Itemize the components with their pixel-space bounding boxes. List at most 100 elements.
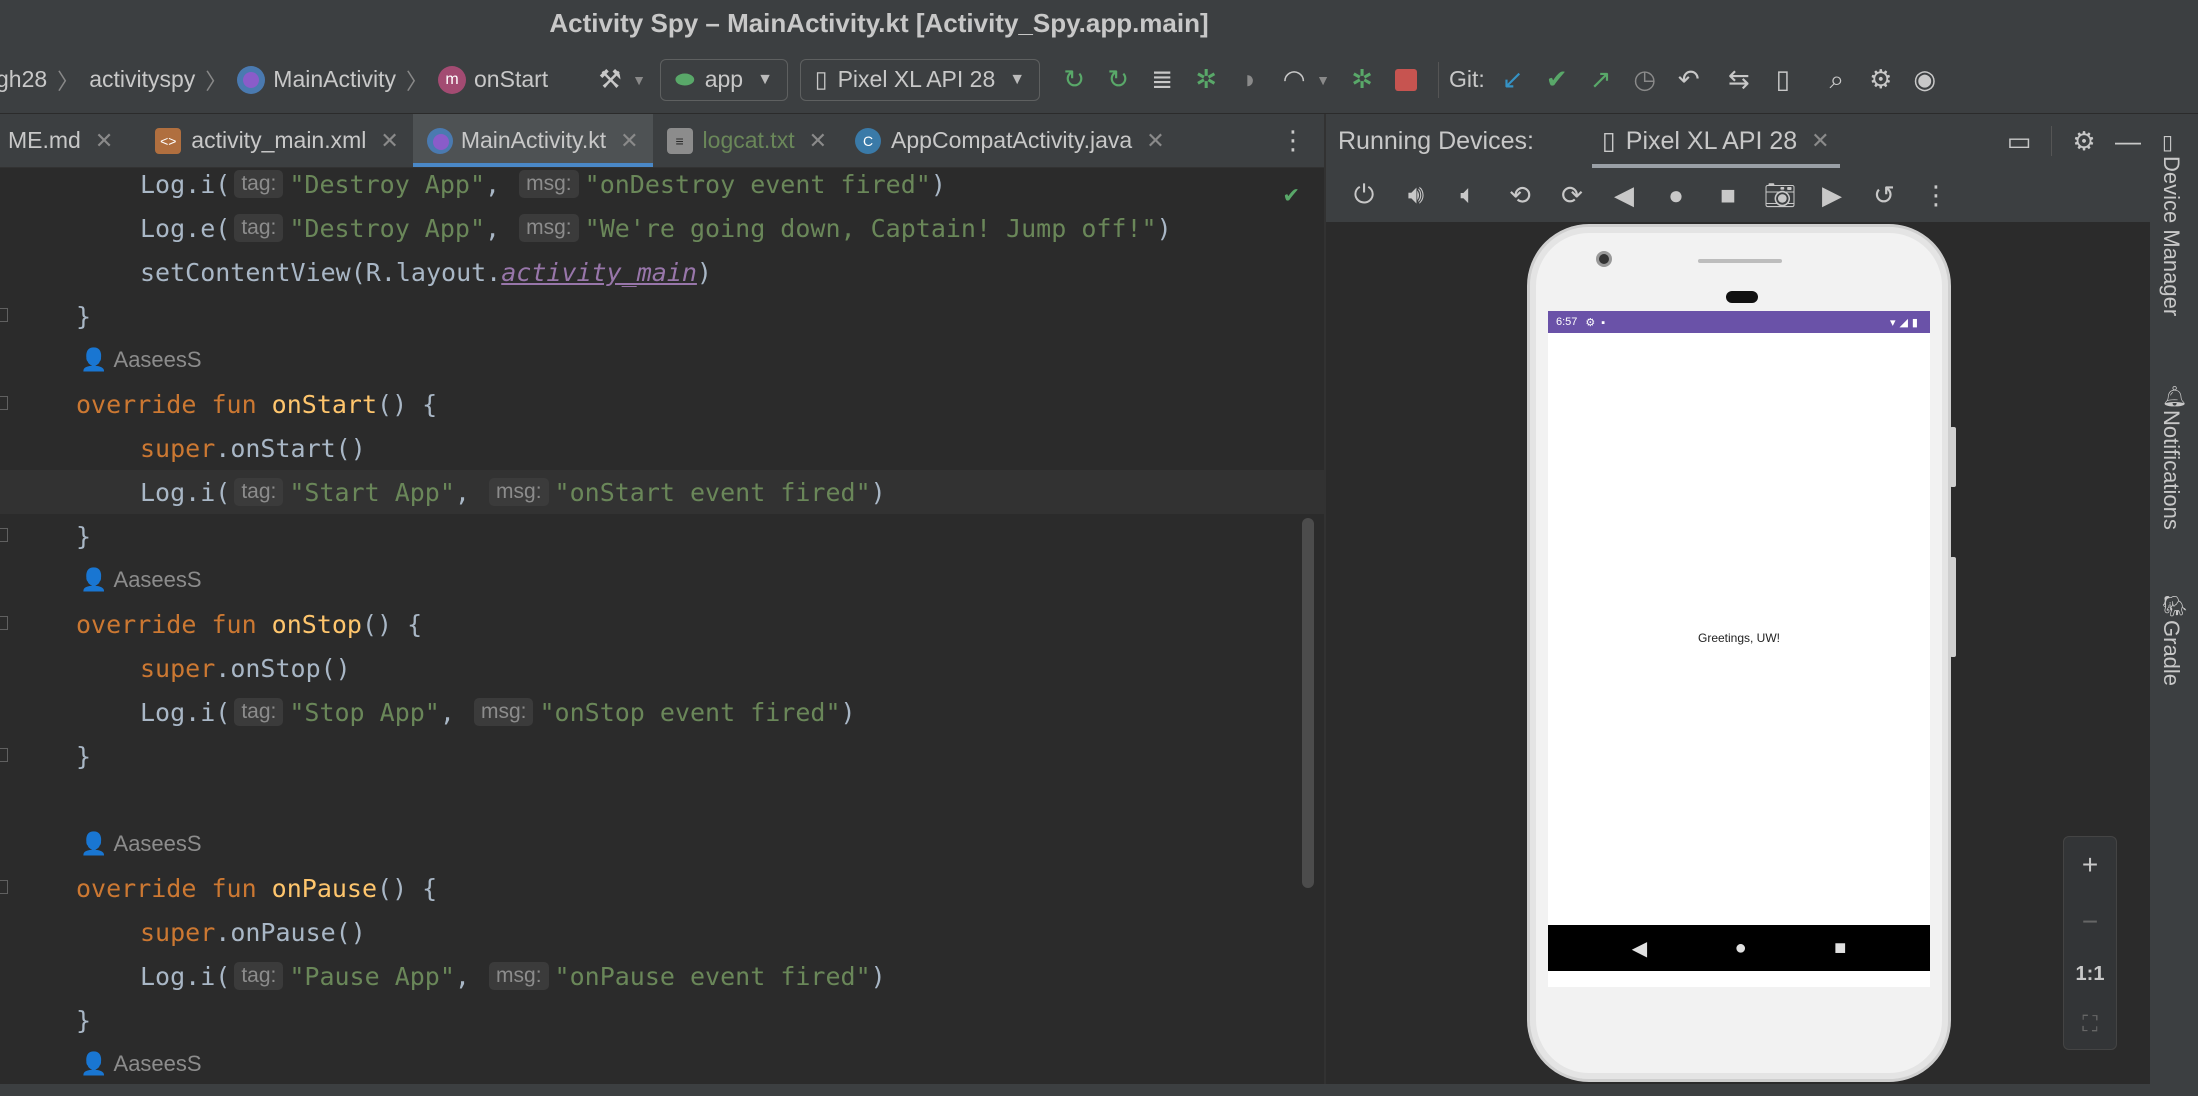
hammer-build-icon[interactable]: ⚒: [588, 58, 632, 102]
power-icon[interactable]: ⏻: [1338, 173, 1390, 217]
author-line: 👤 AaseesS: [0, 822, 1324, 866]
git-update-icon[interactable]: ↙: [1491, 58, 1535, 102]
main-toolbar: gh28 〉 activityspy 〉 MainActivity 〉 m on…: [0, 46, 2198, 114]
tab-activity-main-xml[interactable]: <> activity_main.xml ✕: [141, 114, 413, 167]
panel-actions: ▭ ⚙ —: [1997, 114, 2150, 168]
tab-appcompat-activity-java[interactable]: C AppCompatActivity.java ✕: [841, 114, 1179, 167]
git-push-icon[interactable]: ↗: [1579, 58, 1623, 102]
code-editor[interactable]: ✔ Log.i(tag: "Destroy App", msg: "onDestro…: [0, 168, 1324, 1084]
string-literal: "onStop event fired": [539, 697, 841, 727]
back-icon[interactable]: ◀: [1598, 173, 1650, 217]
volume-down-icon[interactable]: 🔈︎: [1442, 173, 1494, 217]
nav-home-icon[interactable]: ●: [1735, 937, 1747, 960]
chevron-down-icon[interactable]: ▼: [632, 72, 646, 88]
string-literal: "onDestroy event fired": [584, 169, 931, 199]
device-mirror-icon[interactable]: ⇆: [1717, 58, 1761, 102]
close-icon[interactable]: ✕: [809, 128, 827, 154]
zoom-fit-icon[interactable]: ⛶: [2082, 1011, 2097, 1037]
close-icon[interactable]: ✕: [1811, 128, 1829, 154]
fold-marker[interactable]: [0, 308, 8, 322]
breadcrumb-item-module[interactable]: gh28: [0, 66, 47, 93]
nav-back-icon[interactable]: ◀: [1632, 936, 1647, 961]
fold-marker[interactable]: [0, 748, 8, 762]
code-line: Log.i(tag: "Stop App", msg: "onStop event …: [140, 697, 856, 727]
fold-marker[interactable]: [0, 528, 8, 542]
tool-window-device-manager[interactable]: Device Manager: [2158, 156, 2184, 316]
code-author: AaseesS: [113, 831, 202, 856]
string-literal: "Start App": [289, 477, 455, 507]
resource-reference[interactable]: activity_main: [501, 258, 697, 287]
rotate-left-icon[interactable]: ⟲: [1494, 173, 1546, 217]
debug-icon[interactable]: ✲: [1184, 58, 1228, 102]
greeting-text: Greetings, UW!: [1697, 631, 1781, 645]
running-devices-panel: Running Devices: ▯ Pixel XL API 28 ✕ ▭ ⚙…: [1326, 114, 2150, 1084]
tool-window-gradle[interactable]: Gradle: [2158, 620, 2184, 686]
close-icon[interactable]: ✕: [620, 128, 638, 154]
zoom-in-button[interactable]: +: [2082, 849, 2098, 881]
device-frame: 6:57 ⚙▪ ▾◢▮ Greetings, UW! ◀ ● ■: [1527, 224, 1956, 1082]
code-line: override fun onPause() {: [76, 873, 438, 903]
breadcrumb-item-class[interactable]: MainActivity: [273, 66, 396, 93]
param-hint-msg: msg:: [519, 214, 579, 242]
breadcrumb-item-package[interactable]: activityspy: [89, 66, 195, 93]
code-author: AaseesS: [113, 347, 202, 372]
code-text: setContentView(R.layout.: [140, 257, 502, 287]
attach-process-icon[interactable]: ✲: [1340, 58, 1384, 102]
tab-readme[interactable]: ME.md ✕: [0, 114, 127, 167]
more-icon[interactable]: ⋮: [1910, 173, 1962, 217]
zoom-actual-size-button[interactable]: 1:1: [2076, 963, 2105, 986]
minimize-icon[interactable]: —: [2106, 119, 2150, 163]
gear-icon[interactable]: ⚙: [1859, 58, 1903, 102]
tab-label: ME.md: [8, 127, 81, 153]
device-manager-icon[interactable]: ▯: [1761, 58, 1805, 102]
close-icon[interactable]: ✕: [1146, 128, 1164, 154]
overview-icon[interactable]: ■: [1702, 173, 1754, 217]
run-coverage-icon[interactable]: ≣: [1140, 58, 1184, 102]
more-tabs-button[interactable]: ⋮: [1266, 114, 1324, 167]
stop-button[interactable]: [1384, 58, 1428, 102]
volume-up-icon[interactable]: 🔊︎: [1390, 173, 1442, 217]
tab-logcat-txt[interactable]: ≡ logcat.txt ✕: [653, 114, 841, 167]
snapshot-restore-icon[interactable]: ↺: [1858, 173, 1910, 217]
attach-debugger-icon[interactable]: ◠: [1272, 58, 1316, 102]
run-config-select[interactable]: ⬬ app ▼: [660, 58, 788, 101]
fold-marker[interactable]: [0, 880, 8, 894]
string-literal: "Destroy App": [289, 169, 486, 199]
profile-icon[interactable]: ◗: [1228, 58, 1272, 102]
android-status-bar: 6:57 ⚙▪ ▾◢▮: [1548, 311, 1930, 333]
camera-icon[interactable]: 📷︎: [1754, 173, 1806, 217]
function-name: onStop: [271, 609, 362, 639]
param-hint-tag: tag:: [234, 698, 284, 726]
param-hint-msg: msg:: [473, 698, 534, 726]
apply-code-changes-icon[interactable]: ↻: [1096, 58, 1140, 102]
fold-marker[interactable]: [0, 396, 8, 410]
breadcrumb-item-method[interactable]: onStart: [474, 66, 548, 93]
gear-icon[interactable]: ⚙: [2062, 119, 2106, 163]
close-icon[interactable]: ✕: [380, 128, 398, 154]
maximize-icon[interactable]: ▭: [1997, 119, 2041, 163]
tab-device-pixel-xl[interactable]: ▯ Pixel XL API 28 ✕: [1592, 114, 1840, 168]
fold-marker[interactable]: [0, 616, 8, 630]
nav-recents-icon[interactable]: ■: [1834, 937, 1846, 960]
chevron-right-icon: 〉: [205, 68, 228, 94]
close-icon[interactable]: ✕: [95, 128, 113, 154]
chevron-down-icon[interactable]: ▼: [1316, 72, 1330, 88]
screen-record-icon[interactable]: ▶: [1806, 173, 1858, 217]
home-icon[interactable]: ●: [1650, 173, 1702, 217]
tab-main-activity-kt[interactable]: MainActivity.kt ✕: [412, 114, 653, 167]
git-rollback-icon[interactable]: ↶: [1667, 58, 1711, 102]
device-screen[interactable]: 6:57 ⚙▪ ▾◢▮ Greetings, UW! ◀ ● ■: [1548, 311, 1930, 987]
param-hint-msg: msg:: [519, 170, 579, 198]
git-history-icon[interactable]: ◷: [1623, 58, 1667, 102]
status-time: 6:57: [1556, 316, 1578, 328]
git-commit-icon[interactable]: ✔: [1535, 58, 1579, 102]
search-icon[interactable]: ⌕: [1815, 58, 1859, 102]
zoom-out-button[interactable]: −: [2082, 906, 2098, 938]
phone-icon: ▯: [814, 66, 828, 92]
device-select[interactable]: ▯ Pixel XL API 28 ▼: [799, 58, 1041, 101]
account-icon[interactable]: ◉: [1903, 58, 1947, 102]
tool-window-notifications[interactable]: Notifications: [2158, 410, 2184, 530]
rotate-right-icon[interactable]: ⟳: [1546, 173, 1598, 217]
apply-changes-restart-icon[interactable]: ↻: [1052, 58, 1096, 102]
toolbar-divider: [2051, 126, 2052, 156]
